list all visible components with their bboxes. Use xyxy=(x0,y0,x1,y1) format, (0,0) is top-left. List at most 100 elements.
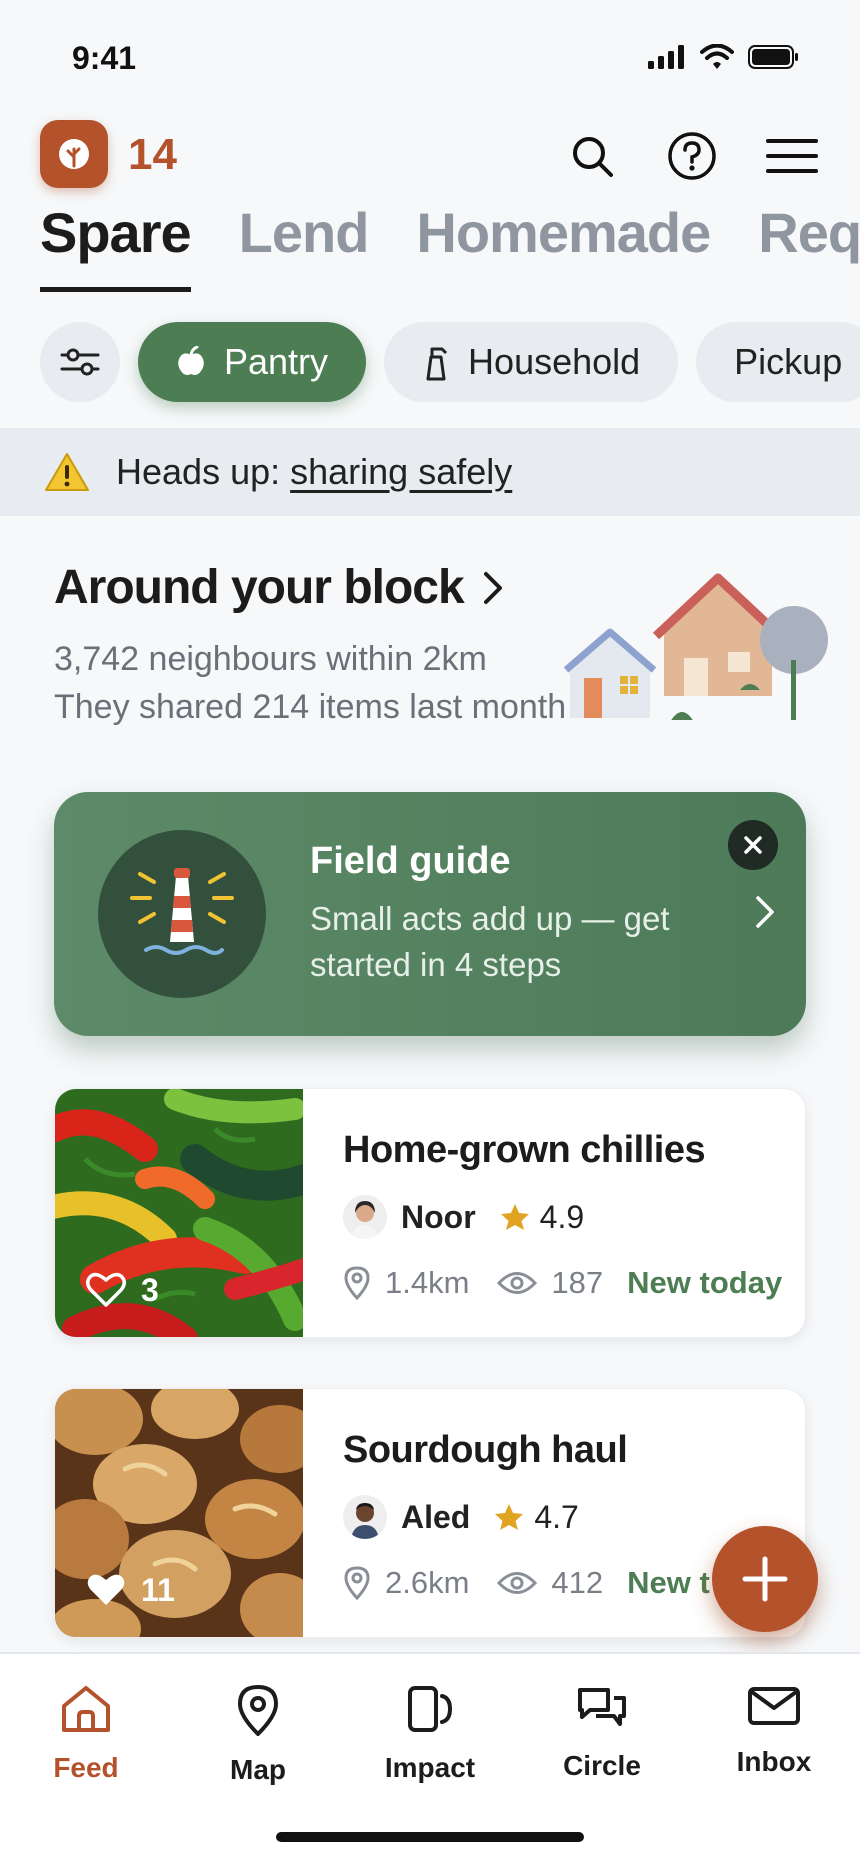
listing-owner[interactable]: Aled 4.7 xyxy=(343,1495,579,1539)
lighthouse-badge xyxy=(98,830,266,998)
heart-outline-icon xyxy=(86,1272,126,1307)
like-counter[interactable]: 11 xyxy=(85,1571,175,1609)
chip-pantry-label: Pantry xyxy=(224,341,329,382)
listing-card[interactable]: 11 Sourdough haul Aled 4.7 2.6km 412 New… xyxy=(54,1388,806,1638)
owner-name: Aled xyxy=(401,1498,471,1535)
lighthouse-icon xyxy=(130,868,234,955)
owner-name: Noor xyxy=(401,1198,476,1235)
around-block-title-text: Around your block xyxy=(54,561,465,614)
eye-icon xyxy=(497,1272,538,1294)
rating-value: 4.9 xyxy=(539,1198,585,1235)
chip-household[interactable]: Household xyxy=(384,322,679,402)
listing-card[interactable]: 3 Home-grown chillies Noor 4.9 1.4km 187… xyxy=(54,1088,806,1338)
impact-icon xyxy=(408,1686,453,1732)
houses-illustration xyxy=(564,573,828,720)
add-listing-button[interactable] xyxy=(712,1526,818,1632)
sharing-safely-link[interactable]: sharing safely xyxy=(290,451,512,492)
freshness-label: New t xyxy=(627,1565,710,1600)
star-icon xyxy=(500,1204,529,1230)
listing-meta: 2.6km 412 New t xyxy=(343,1565,710,1601)
rating-value: 4.7 xyxy=(534,1498,579,1535)
search-button[interactable] xyxy=(564,128,620,184)
category-tabs: Spare Lend Homemade Req xyxy=(40,200,860,292)
listing-title: Home-grown chillies xyxy=(343,1129,706,1171)
chip-household-label: Household xyxy=(468,341,641,382)
like-count: 11 xyxy=(141,1571,175,1608)
filter-chips: Pantry Household Pickup xyxy=(40,322,860,402)
bottom-navigation: Feed Map Impact Circle Inbox xyxy=(0,1652,860,1864)
status-icons xyxy=(648,44,800,70)
listing-views: 187 xyxy=(551,1265,604,1300)
around-block-section: Around your block 3,742 neighbours withi… xyxy=(54,560,834,740)
tab-homemade[interactable]: Homemade xyxy=(416,200,711,292)
location-pin-icon xyxy=(344,1566,370,1600)
like-count: 3 xyxy=(141,1271,159,1308)
filter-settings-button[interactable] xyxy=(40,322,120,402)
leaf-logo-icon xyxy=(59,139,89,169)
heart-filled-icon xyxy=(87,1574,125,1605)
warning-icon xyxy=(45,453,89,491)
help-button[interactable] xyxy=(664,128,720,184)
nav-map[interactable]: Map xyxy=(183,1684,333,1786)
avatar xyxy=(343,1195,387,1239)
safety-banner: Heads up: sharing safely xyxy=(0,428,860,516)
close-icon xyxy=(744,836,762,854)
owner-rating: 4.7 xyxy=(494,1498,579,1536)
listing-views: 412 xyxy=(551,1565,604,1600)
status-time: 9:41 xyxy=(72,40,137,76)
banner-text: Heads up: sharing safely xyxy=(116,451,512,493)
home-icon xyxy=(62,1686,110,1732)
avatar-noor xyxy=(343,1195,387,1239)
avatar xyxy=(343,1495,387,1539)
app-header: 14 xyxy=(40,120,820,192)
header-actions xyxy=(564,128,820,184)
nav-feed[interactable]: Feed xyxy=(11,1684,161,1786)
apple-icon xyxy=(178,346,204,375)
tab-lend[interactable]: Lend xyxy=(239,200,370,292)
help-icon xyxy=(668,132,716,180)
nav-feed-label: Feed xyxy=(53,1752,119,1783)
sliders-icon xyxy=(60,348,100,376)
wifi-icon xyxy=(700,44,734,69)
app-logo[interactable] xyxy=(40,120,108,188)
nav-inbox[interactable]: Inbox xyxy=(699,1684,849,1786)
dismiss-guide-button[interactable] xyxy=(728,820,778,870)
chip-pantry[interactable]: Pantry xyxy=(138,322,367,402)
nav-circle-label: Circle xyxy=(563,1750,641,1781)
listing-title: Sourdough haul xyxy=(343,1429,628,1471)
like-counter[interactable]: 3 xyxy=(85,1271,159,1309)
nav-impact[interactable]: Impact xyxy=(355,1684,505,1786)
nav-inbox-label: Inbox xyxy=(736,1746,812,1777)
chevron-right-icon xyxy=(756,896,774,928)
signal-icon xyxy=(648,45,684,69)
status-bar: 9:41 xyxy=(0,0,860,110)
chevron-right-icon xyxy=(483,571,502,604)
listing-distance: 2.6km xyxy=(385,1565,470,1600)
spray-bottle-icon xyxy=(426,347,448,381)
map-pin-icon xyxy=(237,1684,279,1736)
listing-owner[interactable]: Noor 4.9 xyxy=(343,1195,584,1239)
tab-requests[interactable]: Req xyxy=(758,200,860,292)
listing-meta: 1.4km 187 New today xyxy=(343,1265,782,1301)
chat-bubbles-icon xyxy=(578,1688,626,1726)
search-icon xyxy=(573,137,613,177)
battery-icon xyxy=(748,45,798,69)
nav-circle[interactable]: Circle xyxy=(527,1684,677,1786)
nav-impact-label: Impact xyxy=(384,1752,476,1783)
listing-distance: 1.4km xyxy=(385,1265,470,1300)
field-guide-card[interactable]: Field guide Small acts add up — get star… xyxy=(54,792,806,1036)
plus-icon xyxy=(742,1556,788,1602)
mail-icon xyxy=(748,1687,800,1725)
field-guide-title: Field guide xyxy=(310,840,511,882)
owner-rating: 4.9 xyxy=(500,1199,584,1236)
hamburger-menu-icon xyxy=(766,139,818,173)
menu-button[interactable] xyxy=(764,128,820,184)
tab-spare[interactable]: Spare xyxy=(40,200,192,292)
location-pin-icon xyxy=(344,1266,370,1300)
banner-prefix: Heads up: xyxy=(116,451,281,492)
field-guide-subtitle: Small acts add up — get started in 4 ste… xyxy=(310,900,670,983)
chip-pickup-label: Pickup xyxy=(734,341,843,382)
chip-pickup[interactable]: Pickup xyxy=(696,322,860,402)
freshness-label: New today xyxy=(627,1265,783,1300)
nav-map-label: Map xyxy=(230,1754,286,1785)
